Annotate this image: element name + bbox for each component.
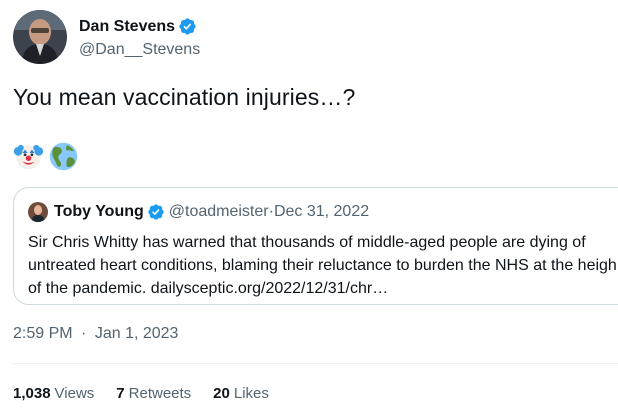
verified-badge-icon bbox=[179, 18, 196, 35]
likes-stat[interactable]: 20 Likes bbox=[213, 385, 269, 402]
retweets-stat[interactable]: 7 Retweets bbox=[116, 385, 191, 402]
views-count: 1,038 bbox=[13, 385, 51, 402]
quoted-tweet-card[interactable]: Toby Young @toadmeister · Dec 31, 2022 S… bbox=[13, 187, 618, 305]
author-avatar[interactable] bbox=[13, 10, 67, 64]
tweet-card: Dan Stevens @Dan__Stevens You mean vacci… bbox=[0, 0, 618, 417]
quoted-tweet-date: Dec 31, 2022 bbox=[273, 203, 370, 220]
tweet-stats: 1,038 Views 7 Retweets 20 Likes bbox=[13, 385, 291, 402]
quoted-author-avatar bbox=[28, 202, 48, 222]
likes-count: 20 bbox=[213, 385, 230, 402]
author-names: Dan Stevens @Dan__Stevens bbox=[79, 16, 200, 59]
tweet-date[interactable]: Jan 1, 2023 bbox=[95, 325, 179, 342]
quoted-verified-badge-icon bbox=[148, 204, 164, 220]
likes-label: Likes bbox=[233, 385, 269, 402]
tweet-header: Dan Stevens @Dan__Stevens bbox=[13, 10, 200, 64]
tweet-timestamp: 2:59 PM · Jan 1, 2023 bbox=[13, 325, 178, 343]
timestamp-separator: · bbox=[81, 325, 87, 342]
author-handle[interactable]: @Dan__Stevens bbox=[79, 41, 200, 59]
author-display-name[interactable]: Dan Stevens bbox=[79, 18, 175, 36]
quoted-tweet-text: Sir Chris Whitty has warned that thousan… bbox=[28, 234, 617, 297]
quoted-author-avatar-image bbox=[28, 202, 48, 222]
globe-americas-icon bbox=[49, 142, 78, 171]
retweets-label: Retweets bbox=[128, 385, 192, 402]
quoted-tweet-header: Toby Young @toadmeister · Dec 31, 2022 bbox=[28, 202, 369, 222]
emoji-row bbox=[13, 141, 79, 172]
quoted-author-display-name: Toby Young bbox=[54, 203, 144, 220]
quoted-author-handle: @toadmeister bbox=[168, 203, 269, 220]
clown-face-icon bbox=[13, 144, 44, 170]
retweets-count: 7 bbox=[116, 385, 125, 402]
author-avatar-image bbox=[13, 10, 67, 64]
tweet-text: You mean vaccination injuries…? bbox=[13, 84, 356, 110]
stats-divider bbox=[13, 363, 618, 364]
tweet-time[interactable]: 2:59 PM bbox=[13, 325, 73, 342]
views-label: Views bbox=[54, 385, 95, 402]
views-stat: 1,038 Views bbox=[13, 385, 94, 402]
